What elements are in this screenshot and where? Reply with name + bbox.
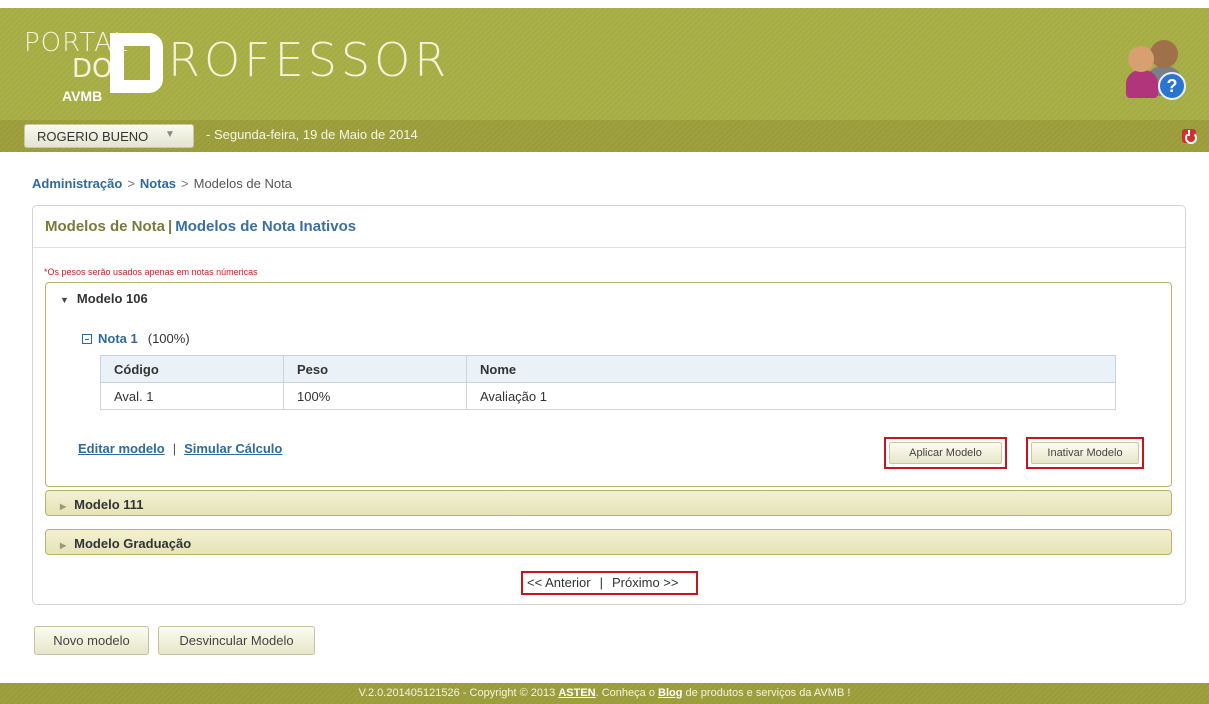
inactivate-model-button[interactable]: Inativar Modelo xyxy=(1031,442,1139,464)
next-page-link[interactable]: Próximo >> xyxy=(612,575,678,590)
power-icon[interactable] xyxy=(1182,129,1197,144)
chevron-down-icon: ▼ xyxy=(165,129,175,140)
asten-link[interactable]: ASTEN xyxy=(558,687,595,699)
user-menu-button[interactable]: ROGERIO BUENO ▼ xyxy=(24,124,194,148)
breadcrumb-administracao[interactable]: Administração xyxy=(32,176,122,191)
model-accordion-collapsed[interactable]: ▶ Modelo 111 xyxy=(45,490,1172,516)
cell-codigo: Aval. 1 xyxy=(100,382,284,410)
model-header[interactable]: ▼ Modelo 106 xyxy=(60,291,148,306)
tab-modelos-de-nota[interactable]: Modelos de Nota xyxy=(45,218,165,235)
logo-p-mark xyxy=(110,33,164,93)
model-title: Modelo Graduação xyxy=(74,536,192,551)
tab-modelos-inativos[interactable]: Modelos de Nota Inativos xyxy=(175,218,356,235)
users-help-icon[interactable]: ? xyxy=(1126,36,1188,104)
caret-right-icon: ▶ xyxy=(60,541,67,550)
simulate-calc-link[interactable]: Simular Cálculo xyxy=(184,441,282,456)
table-header-row: Código Peso Nome xyxy=(100,355,1116,383)
apply-model-highlight: Aplicar Modelo xyxy=(884,437,1007,469)
footer: V.2.0.201405121526 - Copyright © 2013 AS… xyxy=(0,683,1209,704)
model-title: Modelo 106 xyxy=(76,291,148,306)
user-bar: ROGERIO BUENO ▼ - Segunda-feira, 19 de M… xyxy=(0,120,1209,152)
column-header: Peso xyxy=(283,355,467,383)
breadcrumb-separator: > xyxy=(127,176,135,191)
model-links: Editar modelo | Simular Cálculo xyxy=(78,441,282,456)
model-accordion-collapsed[interactable]: ▶ Modelo Graduação xyxy=(45,529,1172,555)
unlink-model-button[interactable]: Desvincular Modelo xyxy=(158,626,315,655)
collapse-icon[interactable] xyxy=(82,334,92,344)
breadcrumb-notas[interactable]: Notas xyxy=(140,176,176,191)
edit-model-link[interactable]: Editar modelo xyxy=(78,441,165,456)
pagination: << Anterior | Próximo >> xyxy=(521,571,698,595)
header-banner: PORTAL DO ROFESSOR AVMB ? xyxy=(0,8,1209,120)
tab-separator: | xyxy=(168,218,173,235)
weights-warning: *Os pesos serão usados apenas em notas n… xyxy=(44,267,258,277)
table-row: Aval. 1 100% Avaliação 1 xyxy=(100,382,1116,410)
cell-nome: Avaliação 1 xyxy=(466,382,1116,410)
panel-tabs: Modelos de Nota | Modelos de Nota Inativos xyxy=(33,206,1185,248)
org-name: AVMB xyxy=(62,88,103,104)
breadcrumb-separator: > xyxy=(181,176,189,191)
models-panel: Modelos de Nota | Modelos de Nota Inativos… xyxy=(32,205,1186,605)
blog-link[interactable]: Blog xyxy=(658,687,682,699)
new-model-button[interactable]: Novo modelo xyxy=(34,626,149,655)
nota-row: Nota 1 (100%) xyxy=(82,331,190,346)
user-name: ROGERIO BUENO xyxy=(37,129,149,144)
evaluations-table: Código Peso Nome Aval. 1 100% Avaliação … xyxy=(100,355,1116,410)
model-accordion-expanded: ▼ Modelo 106 Nota 1 (100%) Código Peso Nom… xyxy=(45,282,1172,487)
cell-peso: 100% xyxy=(283,382,467,410)
page: PORTAL DO ROFESSOR AVMB ? ROGERIO BUENO … xyxy=(0,0,1209,704)
nota-percentage: (100%) xyxy=(147,331,190,346)
logo-professor-text: ROFESSOR xyxy=(168,33,451,87)
current-date: - Segunda-feira, 19 de Maio de 2014 xyxy=(206,127,418,142)
previous-page-link[interactable]: << Anterior xyxy=(527,575,591,590)
logo-do-text: DO xyxy=(72,54,113,84)
apply-model-button[interactable]: Aplicar Modelo xyxy=(889,442,1002,464)
breadcrumb: Administração > Notas > Modelos de Nota xyxy=(32,176,292,191)
nota-link[interactable]: Nota 1 xyxy=(98,331,138,346)
pager-separator: | xyxy=(599,575,603,590)
column-header: Nome xyxy=(466,355,1116,383)
inactivate-model-highlight: Inativar Modelo xyxy=(1026,437,1144,469)
column-header: Código xyxy=(100,355,284,383)
model-title: Modelo 111 xyxy=(74,497,144,512)
breadcrumb-current: Modelos de Nota xyxy=(193,176,292,191)
footer-version: V.2.0.201405121526 - Copyright © 2013 xyxy=(358,687,559,699)
caret-down-icon: ▼ xyxy=(60,295,69,305)
link-separator: | xyxy=(172,441,177,456)
footer-text: . Conheça o xyxy=(595,687,658,699)
caret-right-icon: ▶ xyxy=(60,502,67,511)
footer-text-end: de produtos e serviços da AVMB ! xyxy=(682,687,851,699)
